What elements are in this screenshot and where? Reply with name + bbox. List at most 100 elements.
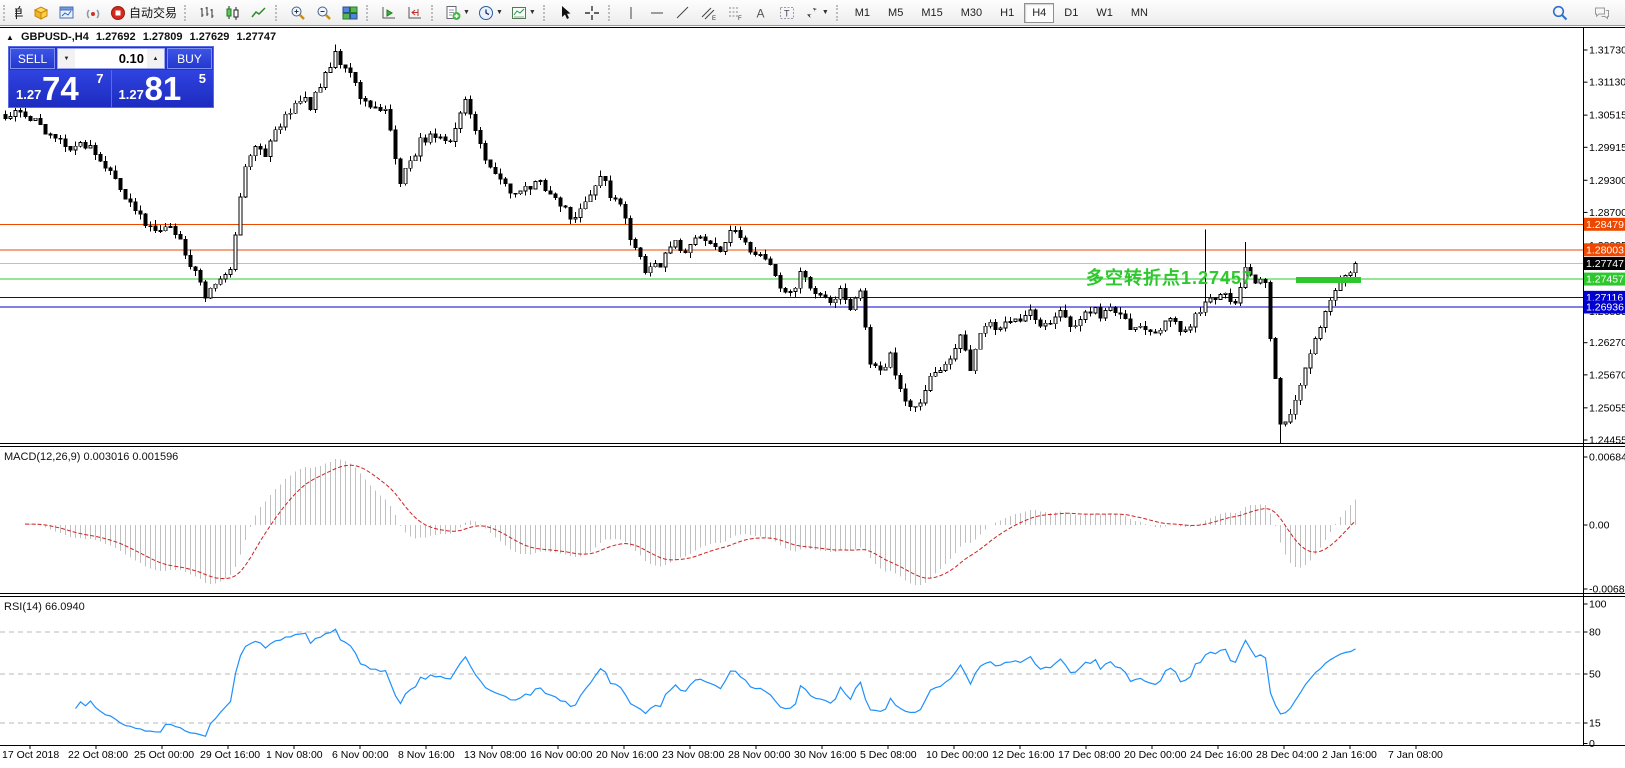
chart-canvas[interactable]: MACD(12,26,9) 0.003016 0.001596RSI(14) 6… bbox=[0, 0, 1625, 768]
template-icon bbox=[511, 5, 527, 21]
sell-price-prefix: 1.27 bbox=[16, 87, 41, 102]
svg-text:A: A bbox=[756, 6, 764, 20]
collapse-arrow-icon[interactable]: ▲ bbox=[6, 33, 14, 42]
timeframe-button-d1[interactable]: D1 bbox=[1056, 3, 1086, 23]
auto-scroll-button[interactable] bbox=[377, 2, 401, 24]
horizontal-line-button[interactable] bbox=[645, 2, 669, 24]
pivot-highlight-bar bbox=[1296, 277, 1361, 283]
bar-chart-button[interactable] bbox=[195, 2, 219, 24]
macd-label: MACD(12,26,9) 0.003016 0.001596 bbox=[4, 451, 178, 463]
chat-button[interactable] bbox=[1590, 2, 1614, 24]
dropdown-caret-icon: ▼ bbox=[463, 9, 470, 16]
text-button[interactable]: A bbox=[749, 2, 773, 24]
buy-button[interactable]: BUY bbox=[167, 48, 212, 69]
dropdown-caret-icon: ▼ bbox=[496, 9, 503, 16]
svg-text:80: 80 bbox=[1589, 627, 1601, 639]
svg-text:-0.00689: -0.00689 bbox=[1589, 584, 1625, 596]
time-axis-label: 28 Nov 00:00 bbox=[728, 749, 791, 761]
line-chart-icon bbox=[251, 5, 267, 21]
label-button[interactable]: T bbox=[775, 2, 799, 24]
chat-icon bbox=[1594, 5, 1610, 21]
buy-price-panel[interactable]: 1.27 81 5 bbox=[112, 70, 214, 107]
equidistant-channel-button[interactable]: E bbox=[697, 2, 721, 24]
chart-shift-icon bbox=[407, 5, 423, 21]
new-order-button[interactable] bbox=[29, 2, 53, 24]
clock-icon bbox=[478, 5, 494, 21]
toolbar-group-handle bbox=[543, 5, 549, 21]
zoom-out-button[interactable] bbox=[312, 2, 336, 24]
time-axis-label: 17 Dec 08:00 bbox=[1058, 749, 1121, 761]
sell-button[interactable]: SELL bbox=[10, 48, 55, 69]
time-axis-label: 16 Nov 00:00 bbox=[530, 749, 593, 761]
trendline-icon bbox=[675, 5, 691, 21]
chart-shift-button[interactable] bbox=[403, 2, 427, 24]
time-axis-label: 6 Nov 00:00 bbox=[332, 749, 389, 761]
timeframe-button-m5[interactable]: M5 bbox=[880, 3, 911, 23]
svg-text:1.31730: 1.31730 bbox=[1589, 45, 1625, 57]
time-axis-label: 10 Dec 00:00 bbox=[926, 749, 989, 761]
candlestick-icon bbox=[225, 5, 241, 21]
periods-button[interactable]: ▼ bbox=[475, 2, 506, 24]
time-axis-label: 20 Dec 00:00 bbox=[1124, 749, 1187, 761]
clipped-glyph: 单 bbox=[14, 3, 24, 23]
trendline-button[interactable] bbox=[671, 2, 695, 24]
buy-price-pipette: 5 bbox=[199, 71, 206, 86]
arrows-button[interactable]: ▼ bbox=[801, 2, 832, 24]
open-chart-button[interactable] bbox=[55, 2, 79, 24]
indicators-button[interactable]: ▼ bbox=[442, 2, 473, 24]
price-axis: 1.317301.311301.305151.299151.293001.287… bbox=[0, 27, 1625, 750]
dropdown-caret-icon: ▼ bbox=[822, 9, 829, 16]
time-axis-label: 24 Dec 16:00 bbox=[1190, 749, 1253, 761]
line-chart-button[interactable] bbox=[247, 2, 271, 24]
timeframe-button-h1[interactable]: H1 bbox=[992, 3, 1022, 23]
arrows-icon bbox=[804, 5, 820, 21]
toolbar-right-icons bbox=[1547, 0, 1615, 25]
svg-text:0.00: 0.00 bbox=[1589, 520, 1610, 532]
channel-icon: E bbox=[701, 5, 717, 21]
time-axis-label: 7 Jan 08:00 bbox=[1388, 749, 1443, 761]
time-axis-label: 20 Nov 16:00 bbox=[596, 749, 659, 761]
symbol-period-label: GBPUSD-,H4 bbox=[21, 31, 89, 43]
zoom-in-button[interactable] bbox=[286, 2, 310, 24]
svg-text:1.28700: 1.28700 bbox=[1589, 207, 1625, 219]
tile-windows-button[interactable] bbox=[338, 2, 362, 24]
timeframe-button-w1[interactable]: W1 bbox=[1088, 3, 1121, 23]
templates-button[interactable]: ▼ bbox=[508, 2, 539, 24]
toolbar-group-handle bbox=[836, 5, 842, 21]
open-value: 1.27692 bbox=[96, 31, 136, 43]
candlestick-chart-button[interactable] bbox=[221, 2, 245, 24]
time-axis-label: 17 Oct 2018 bbox=[2, 749, 59, 761]
time-axis[interactable]: 17 Oct 201822 Oct 08:0025 Oct 00:0029 Oc… bbox=[2, 746, 1443, 761]
autotrading-button[interactable]: 自动交易 bbox=[107, 2, 180, 24]
svg-text:1.27457: 1.27457 bbox=[1586, 274, 1624, 286]
autotrading-label: 自动交易 bbox=[129, 4, 177, 21]
timeframe-button-m1[interactable]: M1 bbox=[847, 3, 878, 23]
timeframe-button-h4[interactable]: H4 bbox=[1024, 3, 1054, 23]
mt4-terminal-window: { "toolbar": { "clipped_glyph": "单", "au… bbox=[0, 0, 1625, 768]
chart-title: ▲ GBPUSD-,H4 1.27692 1.27809 1.27629 1.2… bbox=[6, 31, 280, 43]
volume-decrease-button[interactable]: ▼ bbox=[58, 49, 75, 68]
time-axis-label: 22 Oct 08:00 bbox=[68, 749, 128, 761]
fibonacci-button[interactable]: F bbox=[723, 2, 747, 24]
svg-text:0.006844: 0.006844 bbox=[1589, 452, 1625, 464]
volume-stepper: ▼ 0.10 ▲ bbox=[57, 48, 165, 69]
clipped-toolbar-button[interactable]: 单 bbox=[14, 2, 27, 24]
cursor-button[interactable] bbox=[554, 2, 578, 24]
vertical-line-button[interactable] bbox=[619, 2, 643, 24]
crosshair-button[interactable] bbox=[580, 2, 604, 24]
high-value: 1.27809 bbox=[143, 31, 183, 43]
timeframe-button-mn[interactable]: MN bbox=[1123, 3, 1156, 23]
one-click-trading-panel: SELL ▼ 0.10 ▲ BUY 1.27 74 7 1.27 81 5 bbox=[8, 46, 214, 108]
zoom-out-icon bbox=[316, 5, 332, 21]
svg-text:1.28479: 1.28479 bbox=[1586, 219, 1624, 231]
timeframe-button-m30[interactable]: M30 bbox=[953, 3, 990, 23]
timeframe-button-m15[interactable]: M15 bbox=[913, 3, 950, 23]
signals-button[interactable] bbox=[81, 2, 105, 24]
sell-price-panel[interactable]: 1.27 74 7 bbox=[9, 70, 112, 107]
dropdown-caret-icon: ▼ bbox=[529, 9, 536, 16]
volume-increase-button[interactable]: ▲ bbox=[147, 49, 164, 68]
chart-window-icon bbox=[59, 5, 75, 21]
search-button[interactable] bbox=[1548, 2, 1572, 24]
search-icon bbox=[1552, 5, 1568, 21]
volume-input[interactable]: 0.10 bbox=[75, 49, 147, 68]
